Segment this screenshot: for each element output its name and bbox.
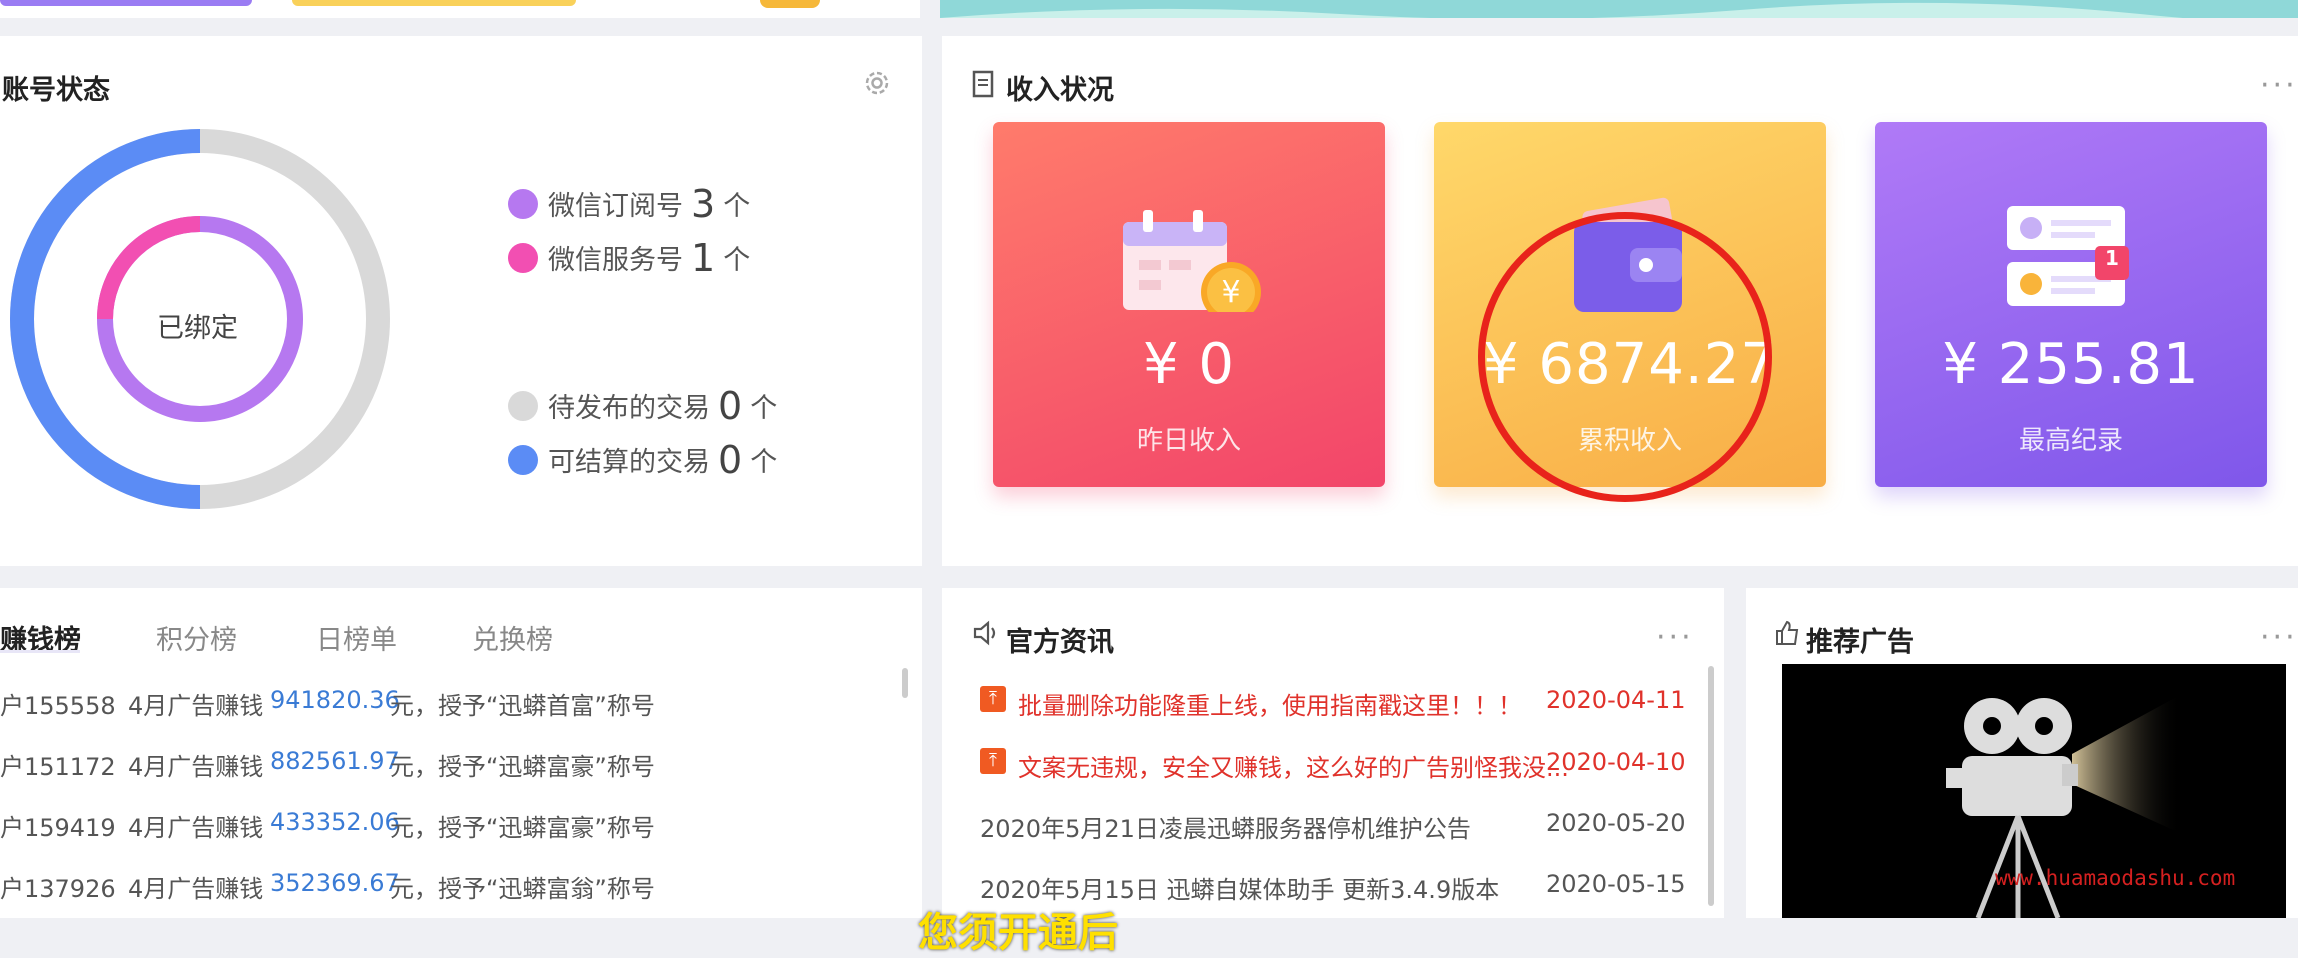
document-icon (972, 70, 994, 98)
rank-text: 4月广告赚钱 (128, 875, 264, 903)
top-pill-purple (0, 0, 252, 6)
record-badge: 1 (2105, 246, 2119, 270)
rank-text: 4月广告赚钱 (128, 814, 264, 842)
rank-text: 4月广告赚钱 (128, 692, 264, 720)
rank-value[interactable]: 352369.67 (270, 869, 400, 897)
rank-suffix: 元，授予“迅蟒富豪”称号 (390, 814, 655, 842)
ads-more-button[interactable]: ··· (2260, 623, 2298, 653)
rank-user: 户151172 (0, 753, 116, 781)
rank-user: 户159419 (0, 814, 116, 842)
legend-dot (508, 242, 538, 273)
legend-item-pending: 待发布的交易 0 个 (508, 386, 777, 425)
calendar-coin-icon: ¥ (1123, 210, 1261, 312)
news-scrollbar[interactable] (1708, 666, 1714, 906)
news-date: 2020-05-15 (1546, 870, 1686, 898)
news-text: 2020年5月21日凌晨迅蟒服务器停机维护公告 (980, 815, 1471, 843)
svg-text:¥: ¥ (1221, 275, 1240, 310)
donut-center-label: 已绑定 (157, 313, 238, 344)
news-title: 官方资讯 (1006, 627, 1114, 658)
tab-points-ranking[interactable]: 积分榜 (156, 618, 237, 657)
legend-dot (508, 444, 538, 475)
legend-label: 微信订阅号 (548, 191, 683, 222)
pin-top-icon: ⤒ (980, 748, 1006, 774)
income-card-record[interactable]: 1 ¥ 255.81 最高纪录 (1875, 122, 2267, 487)
rank-value[interactable]: 882561.97 (270, 747, 400, 775)
legend-count: 3 (691, 181, 716, 226)
record-cards-icon (2007, 206, 2129, 306)
legend-label: 可结算的交易 (548, 447, 710, 478)
legend-count: 1 (691, 235, 716, 280)
legend-unit: 个 (750, 447, 778, 478)
news-date: 2020-05-20 (1546, 809, 1686, 837)
news-more-button[interactable]: ··· (1656, 623, 1694, 653)
card-amount: ¥ 255.81 (1942, 332, 2200, 397)
card-amount: ¥ 0 (1142, 332, 1236, 397)
legend-dot (508, 390, 538, 421)
rank-value[interactable]: 941820.36 (270, 686, 400, 714)
top-pill-yellow (292, 0, 576, 6)
rank-user: 户137926 (0, 875, 116, 903)
speaker-icon (973, 620, 996, 646)
video-subtitle: 您须开通后 (918, 910, 1118, 956)
legend-item-subscription: 微信订阅号 3 个 (508, 184, 750, 223)
rank-value[interactable]: 433352.06 (270, 808, 400, 836)
rank-text: 4月广告赚钱 (128, 753, 264, 781)
legend-unit: 个 (723, 245, 751, 276)
income-card-yesterday[interactable]: ¥ ¥ 0 昨日收入 (993, 122, 1385, 487)
news-text: 批量删除功能隆重上线，使用指南戳这里！！！ (1018, 692, 1522, 720)
rank-user: 户155558 (0, 692, 116, 720)
legend-item-service: 微信服务号 1 个 (508, 238, 750, 277)
settings-gear-icon[interactable] (862, 68, 892, 98)
pin-top-icon: ⤒ (980, 686, 1006, 712)
top-strip-left (0, 0, 920, 18)
legend-label: 微信服务号 (548, 245, 683, 276)
legend-label: 待发布的交易 (548, 393, 710, 424)
news-text: 文案无违规，安全又赚钱，这么好的广告别怪我没... (1018, 754, 1569, 782)
rank-suffix: 元，授予“迅蟒富豪”称号 (390, 753, 655, 781)
rank-suffix: 元，授予“迅蟒首富”称号 (390, 692, 655, 720)
income-title: 收入状况 (1006, 75, 1114, 106)
top-orb (760, 0, 820, 8)
news-date: 2020-04-11 (1546, 686, 1686, 714)
thumbs-up-icon (1776, 620, 1799, 645)
tab-daily-ranking[interactable]: 日榜单 (316, 618, 397, 657)
card-label: 最高纪录 (2018, 426, 2123, 456)
watermark-text: www.huamaodashu.com (1995, 866, 2236, 890)
ads-title: 推荐广告 (1806, 627, 1914, 658)
legend-item-settleable: 可结算的交易 0 个 (508, 440, 777, 479)
account-status-title: 账号状态 (2, 75, 110, 106)
rank-suffix: 元，授予“迅蟒富翁”称号 (390, 875, 655, 903)
legend-count: 0 (718, 383, 743, 428)
ranking-scrollbar[interactable] (902, 668, 908, 698)
legend-unit: 个 (723, 191, 751, 222)
news-date: 2020-04-10 (1546, 748, 1686, 776)
active-tab-underline (0, 650, 80, 653)
banner-wave (940, 2, 2298, 23)
top-banner-right (940, 0, 2298, 23)
legend-count: 0 (718, 437, 743, 482)
legend-unit: 个 (750, 393, 778, 424)
tab-exchange-ranking[interactable]: 兑换榜 (472, 618, 553, 657)
income-more-button[interactable]: ··· (2260, 71, 2298, 101)
account-status-panel: 账号状态 已绑定 微信订阅号 3 个 微信服务号 1 个 待发布的交易 0 个 … (0, 36, 922, 566)
legend-dot (508, 188, 538, 219)
card-label: 昨日收入 (1136, 426, 1241, 456)
annotation-circle (1478, 212, 1772, 502)
